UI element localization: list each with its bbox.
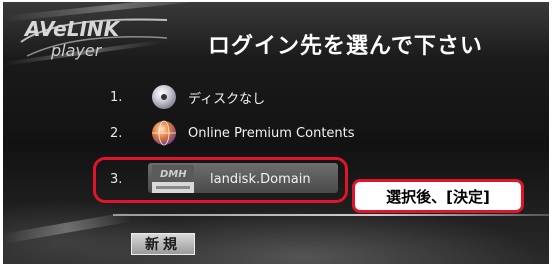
aveliink-player-logo: AVeLINK player bbox=[17, 12, 177, 60]
option-number: 2. bbox=[110, 125, 123, 141]
background-streak bbox=[3, 211, 132, 244]
disc-icon bbox=[150, 83, 178, 111]
page-title: ログイン先を選んで下さい bbox=[208, 34, 483, 59]
highlight-ring bbox=[93, 157, 348, 203]
divider bbox=[113, 214, 549, 216]
new-button[interactable]: 新規 bbox=[131, 233, 195, 255]
logo-text-bottom: player bbox=[50, 41, 103, 60]
logo-text-top: AVeLINK bbox=[23, 17, 121, 41]
login-screen: AVeLINK player ログイン先を選んで下さい 1. ディスクなし 2.… bbox=[3, 2, 549, 264]
option-label: ディスクなし bbox=[188, 91, 266, 107]
option-number: 1. bbox=[110, 89, 123, 105]
callout-text: 選択後、[決定] bbox=[386, 187, 490, 206]
option-label: Online Premium Contents bbox=[188, 125, 355, 141]
globe-icon bbox=[150, 119, 178, 147]
instruction-callout: 選択後、[決定] bbox=[352, 179, 524, 213]
login-option-online-premium[interactable]: 2. Online Premium Contents bbox=[110, 120, 355, 146]
login-option-no-disc[interactable]: 1. ディスクなし bbox=[110, 84, 265, 110]
